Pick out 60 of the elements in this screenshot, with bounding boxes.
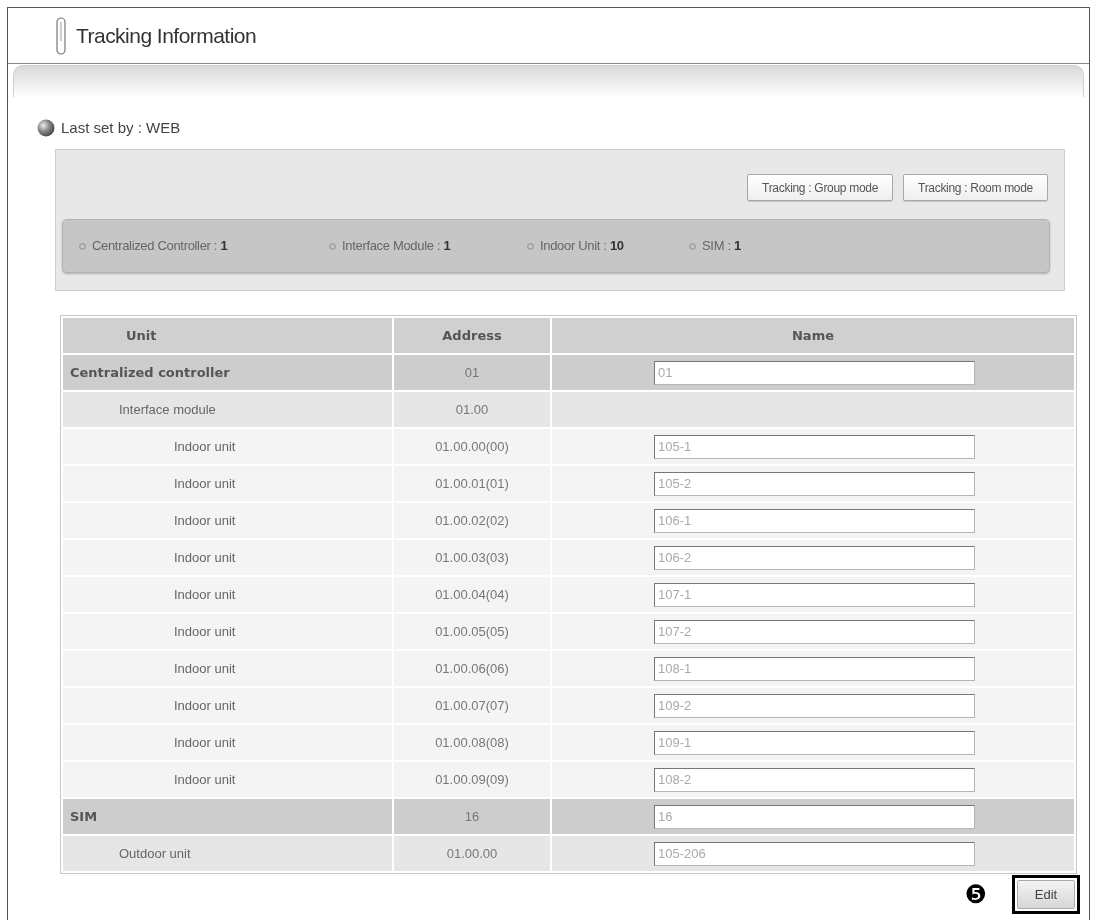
name-field[interactable]: 105-206 (654, 841, 975, 866)
column-header: Unit (63, 318, 392, 353)
name-field[interactable]: 108-2 (654, 767, 975, 792)
ring-icon (527, 242, 534, 250)
address-cell: 01.00.04(04) (394, 577, 550, 612)
unit-cell: SIM (63, 799, 392, 834)
name-field[interactable]: 16 (654, 804, 975, 829)
address-cell: 01.00.00(00) (394, 429, 550, 464)
ring-icon (79, 242, 86, 250)
address-cell: 01.00.08(08) (394, 725, 550, 760)
unit-cell: Indoor unit (63, 688, 392, 723)
summary-count: Interface Module : 1 (342, 237, 451, 256)
address-cell: 01.00.01(01) (394, 466, 550, 501)
unit-cell: Indoor unit (63, 466, 392, 501)
address-cell: 01.00.09(09) (394, 762, 550, 797)
unit-cell: Outdoor unit (63, 836, 392, 871)
mode-button[interactable]: Tracking : Room mode (903, 174, 1048, 201)
address-cell: 01.00 (394, 392, 550, 427)
name-field[interactable]: 105-2 (654, 471, 975, 496)
name-field[interactable]: 107-2 (654, 619, 975, 644)
unit-cell: Interface module (63, 392, 392, 427)
name-field[interactable]: 108-1 (654, 656, 975, 681)
ball-icon (37, 119, 55, 137)
name-field[interactable]: 01 (654, 360, 975, 385)
step-number: ❺ (964, 882, 987, 907)
capsule-icon (56, 16, 66, 55)
edit-button[interactable]: Edit (1017, 880, 1075, 909)
name-field[interactable]: 107-1 (654, 582, 975, 607)
ring-icon (329, 242, 336, 250)
address-cell: 01.00.00 (394, 836, 550, 871)
last-set-label: Last set by : WEB (61, 117, 181, 138)
summary-count: SIM : 1 (702, 237, 741, 256)
unit-cell: Indoor unit (63, 429, 392, 464)
address-cell: 01.00.03(03) (394, 540, 550, 575)
unit-cell: Indoor unit (63, 762, 392, 797)
name-field[interactable]: 109-1 (654, 730, 975, 755)
address-cell: 01.00.05(05) (394, 614, 550, 649)
address-cell: 01.00.07(07) (394, 688, 550, 723)
summary-count: Centralized Controller : 1 (92, 237, 228, 256)
column-header: Address (394, 318, 550, 353)
page-title: Tracking Information (76, 22, 257, 49)
unit-cell: Indoor unit (63, 503, 392, 538)
unit-cell: Indoor unit (63, 725, 392, 760)
unit-cell: Indoor unit (63, 577, 392, 612)
name-field[interactable]: 109-2 (654, 693, 975, 718)
mode-button[interactable]: Tracking : Group mode (747, 174, 894, 201)
address-cell: 01 (394, 355, 550, 390)
unit-cell: Centralized controller (63, 355, 392, 390)
name-field[interactable]: 106-2 (654, 545, 975, 570)
unit-cell: Indoor unit (63, 614, 392, 649)
name-field[interactable]: 106-1 (654, 508, 975, 533)
address-cell: 01.00.02(02) (394, 503, 550, 538)
column-header: Name (552, 318, 1074, 353)
unit-cell: Indoor unit (63, 540, 392, 575)
ring-icon (689, 242, 696, 250)
address-cell: 01.00.06(06) (394, 651, 550, 686)
address-cell: 16 (394, 799, 550, 834)
summary-count: Indoor Unit : 10 (540, 237, 624, 256)
name-field[interactable]: 105-1 (654, 434, 975, 459)
unit-cell: Indoor unit (63, 651, 392, 686)
